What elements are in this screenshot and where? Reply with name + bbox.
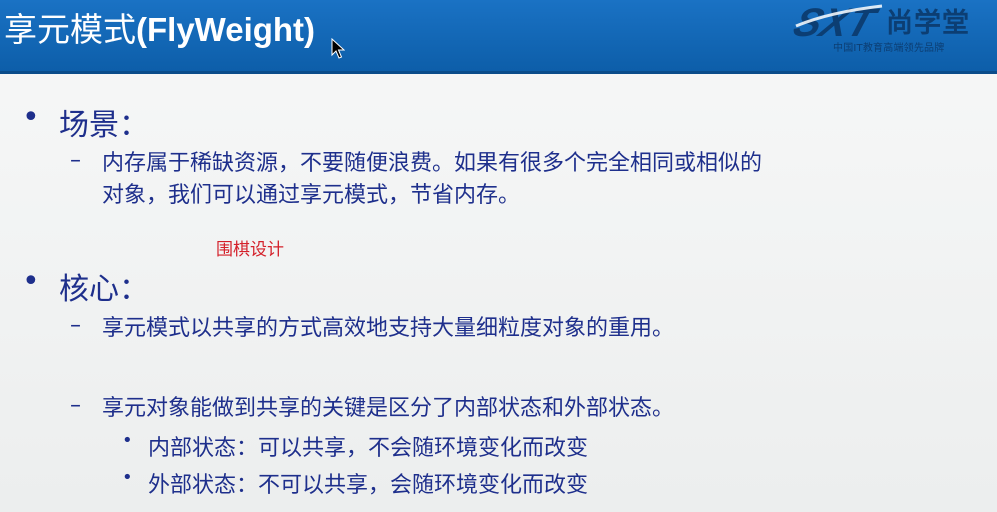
sub-bullet-icon: • xyxy=(122,467,133,488)
list-item-text: 内存属于稀缺资源，不要随便浪费。如果有很多个完全相同或相似的 xyxy=(102,151,763,176)
slide-header: 享元模式(FlyWeight) SXT 尚学堂 中国IT教育高端领先品牌 xyxy=(0,0,997,74)
list-item-text: 享元对象能做到共享的关键是区分了内部状态和外部状态。 xyxy=(102,396,675,421)
logo-slogan: 中国IT教育高端领先品牌 xyxy=(833,43,945,54)
dash-bullet-icon: – xyxy=(70,148,81,173)
sub-item-text: 内部状态：可以共享，不会随环境变化而改变 xyxy=(148,436,589,461)
slide-title-en: (FlyWeight) xyxy=(136,11,316,48)
logo-brand: 尚学堂 xyxy=(886,8,970,39)
slide-body: • 场景： – 内存属于稀缺资源，不要随便浪费。如果有很多个完全相同或相似的 对… xyxy=(0,74,997,512)
bullet-icon: • xyxy=(22,264,40,299)
sub-bullet-icon: • xyxy=(122,430,133,451)
sxt-logo-mark-icon: SXT xyxy=(790,2,883,42)
sxt-logo: SXT 尚学堂 中国IT教育高端领先品牌 xyxy=(790,0,995,62)
list-item-text: 享元模式以共享的方式高效地支持大量细粒度对象的重用。 xyxy=(102,316,675,341)
mouse-pointer-icon xyxy=(331,38,345,59)
section-heading-text: 场景： xyxy=(59,108,149,143)
sub-item-text: 外部状态：不可以共享，会随环境变化而改变 xyxy=(148,473,589,498)
dash-bullet-icon: – xyxy=(70,393,81,418)
bullet-icon: • xyxy=(22,100,40,135)
slide-title-cn: 享元模式 xyxy=(4,10,136,49)
slide-title: 享元模式(FlyWeight) xyxy=(4,10,315,50)
section-heading-text: 核心： xyxy=(59,272,149,307)
annotation-note: 围棋设计 xyxy=(216,240,284,260)
list-item-text-continued: 对象，我们可以通过享元模式，节省内存。 xyxy=(102,183,521,208)
dash-bullet-icon: – xyxy=(70,313,81,338)
